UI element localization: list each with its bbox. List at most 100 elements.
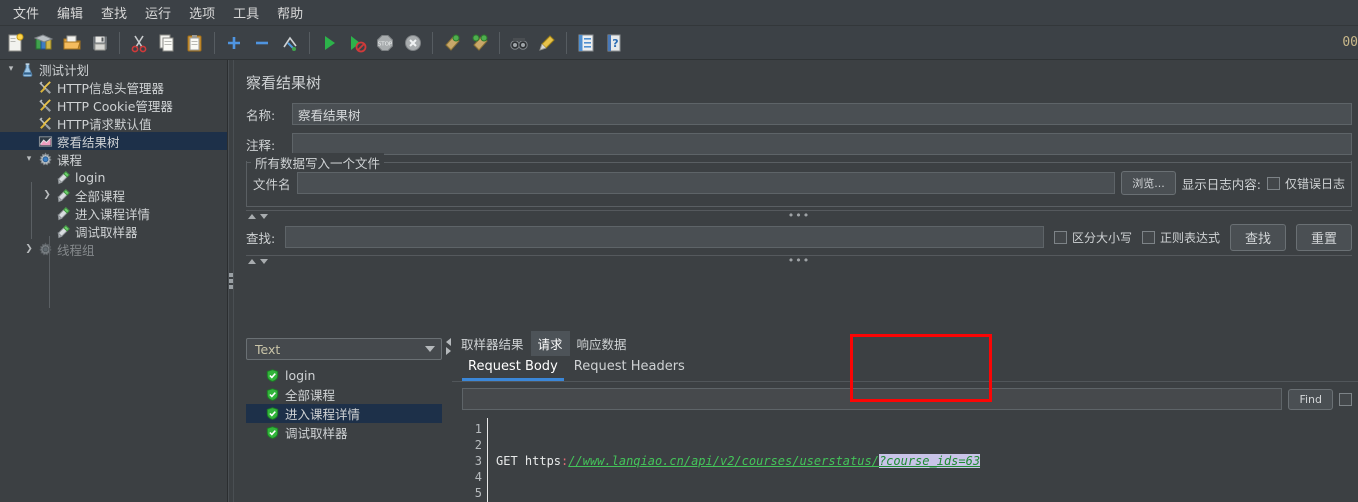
comment-input[interactable] <box>292 133 1352 155</box>
checkbox-box[interactable] <box>1141 230 1155 244</box>
result-item[interactable]: 全部课程 <box>246 385 444 404</box>
detail-tab-0[interactable]: 取样器结果 <box>454 331 531 356</box>
sampler-icon <box>54 188 72 203</box>
search-input[interactable] <box>285 226 1044 248</box>
chevron-right-icon[interactable]: ❯ <box>22 244 36 254</box>
chevron-left-icon[interactable] <box>445 338 451 346</box>
detail-tab-2[interactable]: 响应数据 <box>570 331 634 356</box>
results-list[interactable]: login 全部课程 进入课程详情 调试取样器 <box>246 366 444 442</box>
renderer-combo[interactable]: Text <box>246 338 442 360</box>
tree-node-6[interactable]: login <box>0 168 227 186</box>
name-input[interactable] <box>292 103 1352 125</box>
help-button[interactable]: ? <box>601 30 627 56</box>
tree-node-4[interactable]: 察看结果树 <box>0 132 227 150</box>
copy-button[interactable] <box>154 30 180 56</box>
reset-search-button[interactable] <box>534 30 560 56</box>
line-number: 1 <box>474 422 482 436</box>
tree-node-label: HTTP信息头管理器 <box>57 80 164 96</box>
test-plan-tree[interactable]: ▾ 测试计划 HTTP信息头管理器 HTTP Cookie管理器 HTTP请求默认… <box>0 60 228 502</box>
request-subtabs[interactable]: Request Body Request Headers <box>452 356 1358 382</box>
browse-button[interactable]: 浏览... <box>1121 171 1176 195</box>
stop-button[interactable]: STOP <box>372 30 398 56</box>
chevron-up-icon[interactable] <box>248 213 256 219</box>
menu-file[interactable]: 文件 <box>4 0 48 26</box>
chevron-up-icon[interactable] <box>248 258 256 264</box>
chevron-down-icon[interactable] <box>260 213 268 219</box>
request-subtab-0[interactable]: Request Body <box>462 355 564 381</box>
request-body-editor[interactable]: 12345678 GET https://www.lanqiao.cn/api/… <box>462 418 1358 502</box>
tree-node-8[interactable]: 进入课程详情 <box>0 204 227 222</box>
detail-tab-1[interactable]: 请求 <box>530 331 570 356</box>
find-button[interactable]: 查找 <box>1229 223 1286 251</box>
errors-only-checkbox[interactable]: 仅错误日志 <box>1266 175 1345 192</box>
collapse-all-button[interactable] <box>249 30 275 56</box>
open-button[interactable] <box>59 30 85 56</box>
code-content[interactable]: GET https://www.lanqiao.cn/api/v2/course… <box>488 418 1358 502</box>
menu-edit[interactable]: 编辑 <box>48 0 92 26</box>
tree-node-9[interactable]: 调试取样器 <box>0 222 227 240</box>
svg-text:STOP: STOP <box>378 41 393 47</box>
menu-run[interactable]: 运行 <box>136 0 180 26</box>
chevron-right-icon[interactable] <box>445 347 451 355</box>
menu-options[interactable]: 选项 <box>180 0 224 26</box>
detail-find-input[interactable] <box>462 388 1283 410</box>
paste-button[interactable] <box>182 30 208 56</box>
result-item[interactable]: 进入课程详情 <box>246 404 442 423</box>
start-button[interactable] <box>316 30 342 56</box>
tree-node-3[interactable]: HTTP请求默认值 <box>0 114 227 132</box>
detail-tabs[interactable]: 取样器结果 请求 响应数据 <box>452 331 1358 356</box>
tree-node-7[interactable]: ❯ 全部课程 <box>0 186 227 204</box>
line-number: 3 <box>474 454 482 468</box>
result-item[interactable]: login <box>246 366 444 385</box>
case-sensitive-label: 区分大小写 <box>1071 230 1132 245</box>
templates-button[interactable] <box>31 30 57 56</box>
result-item[interactable]: 调试取样器 <box>246 423 444 442</box>
case-sensitive-checkbox[interactable]: 区分大小写 <box>1053 229 1132 246</box>
filename-label: 文件名 <box>253 176 291 192</box>
clear-all-button[interactable] <box>467 30 493 56</box>
regex-checkbox[interactable]: 正则表达式 <box>1141 229 1220 246</box>
filename-input[interactable] <box>296 172 1116 194</box>
tree-node-10[interactable]: ❯ 线程组 <box>0 240 227 258</box>
tree-node-1[interactable]: HTTP信息头管理器 <box>0 78 227 96</box>
tree-node-5[interactable]: ▾ 课程 <box>0 150 227 168</box>
reset-button[interactable]: 重置 <box>1295 223 1352 251</box>
shutdown-button[interactable] <box>400 30 426 56</box>
cut-button[interactable] <box>126 30 152 56</box>
menu-help[interactable]: 帮助 <box>268 0 312 26</box>
search-button[interactable] <box>506 30 532 56</box>
toolbar-separator <box>499 31 500 54</box>
detail-find-button[interactable]: Find <box>1288 388 1333 410</box>
tree-node-0[interactable]: ▾ 测试计划 <box>0 60 227 78</box>
expand-all-button[interactable] <box>221 30 247 56</box>
collapse-bar-top[interactable]: ••• <box>246 209 1352 222</box>
clear-button[interactable] <box>439 30 465 56</box>
new-button[interactable] <box>3 30 29 56</box>
chevron-down-icon[interactable] <box>425 346 435 352</box>
detail-find-option-checkbox[interactable] <box>1339 392 1352 406</box>
request-url[interactable]: //www.lanqiao.cn/api/v2/courses/userstat… <box>568 454 879 468</box>
save-button[interactable] <box>87 30 113 56</box>
chevron-down-icon[interactable] <box>260 258 268 264</box>
chevron-down-icon[interactable]: ▾ <box>22 154 36 164</box>
query-string-highlight[interactable]: ?course_ids=63 <box>878 454 981 468</box>
request-subtab-1[interactable]: Request Headers <box>568 355 691 381</box>
checkbox-box[interactable] <box>1266 176 1280 190</box>
menu-search[interactable]: 查找 <box>92 0 136 26</box>
test-plan-icon <box>18 62 36 77</box>
vertical-splitter[interactable] <box>444 332 452 502</box>
collapse-arrows[interactable] <box>246 213 268 219</box>
results-detail-split: Text login 全部课程 进入课程详情 调试取样器 取样器结果 请求 响应数据 Re… <box>234 331 1358 502</box>
collapse-arrows[interactable] <box>246 258 268 264</box>
function-helper-button[interactable] <box>573 30 599 56</box>
line-number: 2 <box>474 438 482 452</box>
chevron-down-icon[interactable]: ▾ <box>4 64 18 74</box>
menu-tools[interactable]: 工具 <box>224 0 268 26</box>
toggle-button[interactable] <box>277 30 303 56</box>
collapse-bar-bottom[interactable]: ••• <box>246 254 1352 267</box>
gear-icon <box>36 241 54 257</box>
checkbox-box[interactable] <box>1053 230 1067 244</box>
chevron-right-icon[interactable]: ❯ <box>40 190 54 200</box>
tree-node-2[interactable]: HTTP Cookie管理器 <box>0 96 227 114</box>
start-no-pauses-button[interactable] <box>344 30 370 56</box>
